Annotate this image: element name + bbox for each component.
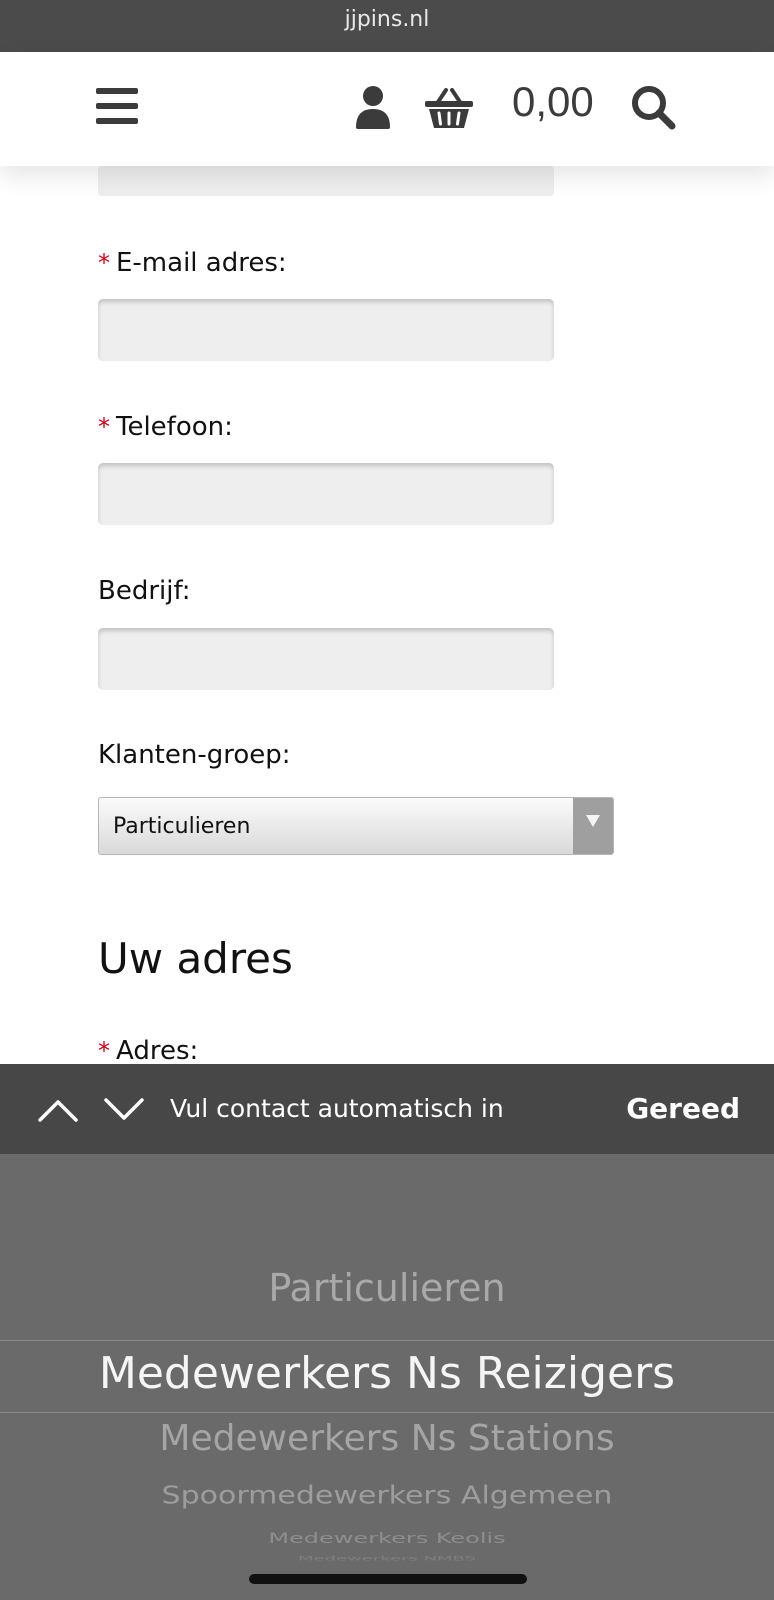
- company-field[interactable]: [98, 628, 554, 690]
- picker-option[interactable]: Medewerkers Ns Stations: [0, 1418, 774, 1459]
- email-label: * E-mail adres:: [98, 248, 287, 278]
- picker-selection-bottom-line: [0, 1412, 774, 1413]
- picker-option[interactable]: Medewerkers Keolis: [0, 1530, 774, 1547]
- site-header: 0,00: [0, 52, 774, 166]
- autofill-contact-button[interactable]: Vul contact automatisch in: [170, 1094, 504, 1123]
- address-section-title: Uw adres: [98, 934, 293, 983]
- cart-total[interactable]: 0,00: [512, 78, 594, 126]
- required-marker: *: [98, 1037, 110, 1064]
- select-arrow[interactable]: [573, 798, 613, 854]
- phone-label: * Telefoon:: [98, 412, 233, 442]
- picker-selection-top-line: [0, 1340, 774, 1341]
- triangle-down-icon: [586, 815, 600, 827]
- required-marker: *: [98, 249, 110, 277]
- customer-group-select[interactable]: Particulieren: [98, 797, 614, 855]
- hamburger-menu-icon[interactable]: [96, 88, 138, 124]
- keyboard-accessory-bar: Vul contact automatisch in Gereed: [0, 1064, 774, 1154]
- url-domain: jjpins.nl: [344, 7, 430, 32]
- email-field[interactable]: [98, 299, 554, 361]
- home-indicator[interactable]: [249, 1574, 527, 1584]
- chevron-down-icon[interactable]: [102, 1092, 146, 1126]
- picker-option[interactable]: Medewerkers NMBS: [0, 1555, 774, 1562]
- phone-field[interactable]: [98, 463, 554, 525]
- picker-option-selected[interactable]: Medewerkers Ns Reizigers: [0, 1348, 774, 1399]
- checkout-form: * E-mail adres: * Telefoon: Bedrijf: Klant…: [0, 166, 774, 1064]
- previous-field-input[interactable]: [98, 166, 554, 196]
- picker-option[interactable]: Particulieren: [0, 1266, 774, 1310]
- search-icon[interactable]: [630, 84, 676, 130]
- customer-group-picker[interactable]: Particulieren Medewerkers Ns Reizigers M…: [0, 1154, 774, 1600]
- done-button[interactable]: Gereed: [626, 1092, 740, 1125]
- customer-group-label: Klanten-groep:: [98, 740, 291, 770]
- picker-option[interactable]: Spoormedewerkers Algemeen: [0, 1481, 774, 1510]
- customer-group-value: Particulieren: [113, 814, 251, 839]
- user-icon[interactable]: [354, 85, 392, 129]
- required-marker: *: [98, 413, 110, 441]
- company-label: Bedrijf:: [98, 576, 191, 606]
- browser-url-bar[interactable]: jjpins.nl: [0, 0, 774, 52]
- chevron-up-icon[interactable]: [36, 1092, 80, 1126]
- address-label: * Adres:: [98, 1036, 199, 1064]
- basket-icon[interactable]: [424, 86, 474, 130]
